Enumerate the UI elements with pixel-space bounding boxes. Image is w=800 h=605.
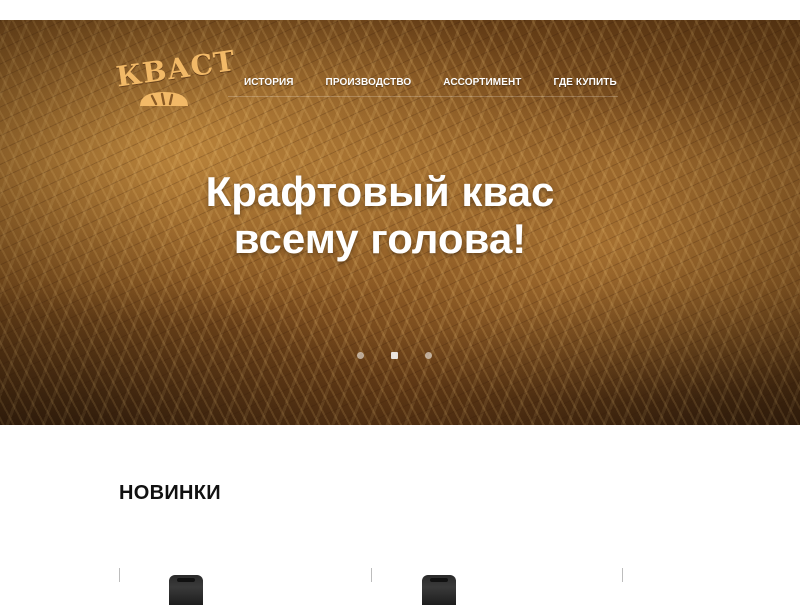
product-bottle-2[interactable] bbox=[422, 575, 456, 605]
slider-dot-2[interactable] bbox=[391, 352, 398, 359]
hero-headline: Крафтовый квас всему голова! bbox=[150, 168, 610, 262]
nav-item-assortment[interactable]: Ассортимент bbox=[427, 77, 537, 88]
card-divider bbox=[371, 568, 372, 582]
nav-item-production[interactable]: Производство bbox=[310, 77, 428, 88]
main-nav: История Производство Ассортимент Где куп… bbox=[228, 68, 618, 97]
nav-item-where-to-buy[interactable]: Где купить bbox=[538, 77, 633, 88]
hero-headline-line1: Крафтовый квас bbox=[205, 168, 555, 215]
brand-logo[interactable]: КВАСТ bbox=[114, 44, 238, 120]
product-bottle-1[interactable] bbox=[169, 575, 203, 605]
bread-loaf-icon bbox=[140, 92, 188, 106]
logo-text: КВАСТ bbox=[114, 44, 238, 94]
card-divider bbox=[119, 568, 120, 582]
nav-item-history[interactable]: История bbox=[228, 77, 310, 88]
hero-headline-line2: всему голова! bbox=[233, 215, 527, 262]
slider-dot-3[interactable] bbox=[425, 352, 432, 359]
section-title-new: НОВИНКИ bbox=[119, 482, 221, 504]
hero-banner: КВАСТ История Производство Ассортимент Г… bbox=[0, 20, 800, 425]
slider-dot-1[interactable] bbox=[357, 352, 364, 359]
slider-dots bbox=[357, 352, 437, 362]
card-divider bbox=[622, 568, 623, 582]
